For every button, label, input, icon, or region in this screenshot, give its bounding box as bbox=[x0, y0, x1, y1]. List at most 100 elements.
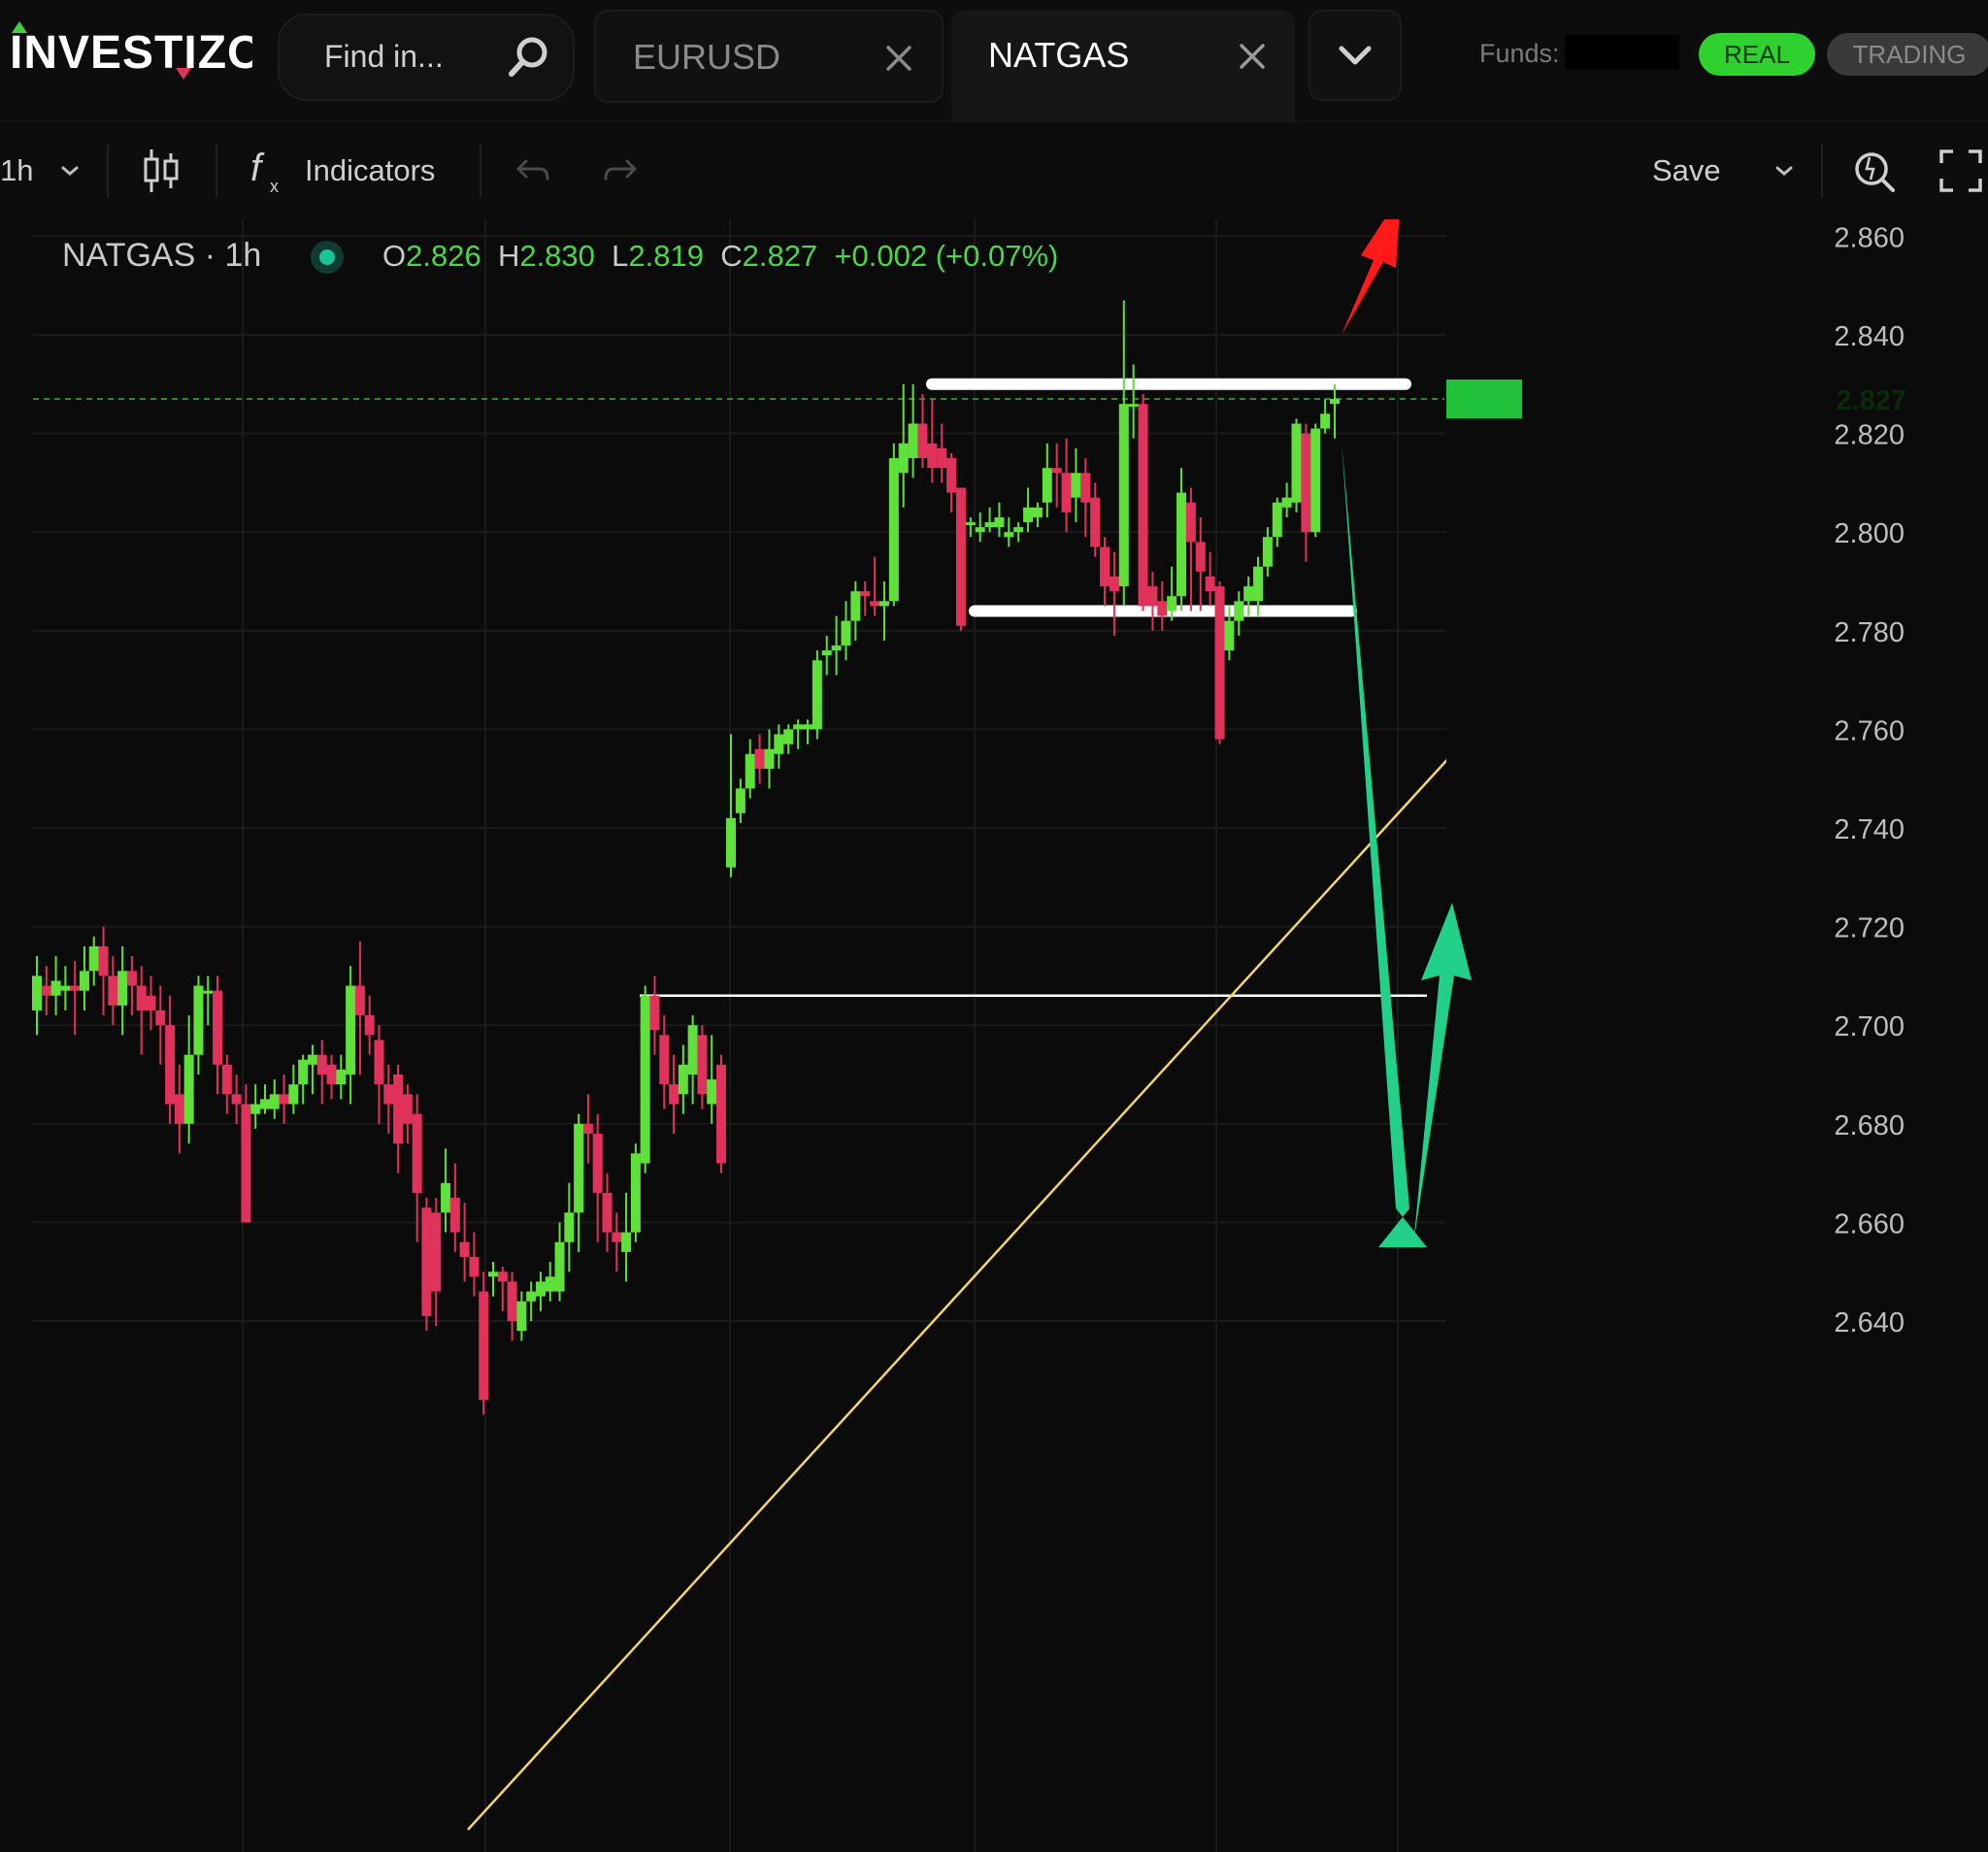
candles-style-icon[interactable] bbox=[142, 146, 181, 196]
price-tick-label: 2.860 bbox=[1834, 222, 1905, 253]
candle-body bbox=[955, 487, 966, 626]
candle-body bbox=[821, 650, 832, 656]
candle-body bbox=[697, 1035, 708, 1095]
close-icon[interactable] bbox=[885, 45, 912, 72]
candle-body bbox=[754, 748, 765, 770]
search-input[interactable]: Find in... bbox=[324, 39, 444, 75]
candle-body bbox=[250, 1104, 261, 1114]
candle-body bbox=[870, 601, 880, 607]
chart-toolbar: 1h f x Indicators Save bbox=[0, 120, 1988, 219]
candle-body bbox=[994, 516, 1005, 528]
indicators-button[interactable]: f x Indicators bbox=[245, 142, 458, 200]
price-tick-label: 2.740 bbox=[1834, 814, 1905, 845]
candle-body bbox=[841, 620, 851, 646]
candle-body bbox=[441, 1182, 451, 1213]
svg-text:f: f bbox=[250, 148, 265, 189]
candle-body bbox=[946, 458, 957, 493]
close-icon[interactable] bbox=[1239, 43, 1266, 70]
candle-body bbox=[459, 1241, 470, 1257]
candle-body bbox=[1109, 576, 1119, 592]
tab-eurusd[interactable]: EURUSD bbox=[594, 10, 944, 103]
candle-body bbox=[79, 971, 89, 991]
chart-area[interactable]: 2.860 2.840 2.820 2.800 2.780 2.760 2.740 2.720… bbox=[0, 219, 1988, 1852]
candle-body bbox=[307, 1054, 317, 1065]
candle-body bbox=[1291, 423, 1302, 503]
candle-body bbox=[507, 1281, 517, 1321]
tabs-dropdown-button[interactable] bbox=[1309, 10, 1402, 101]
undo-icon[interactable] bbox=[514, 153, 553, 188]
candle-body bbox=[155, 1009, 166, 1026]
candle-body bbox=[469, 1256, 480, 1277]
high-key: H bbox=[497, 239, 520, 273]
candle-body bbox=[354, 985, 365, 1016]
mode-trading-toggle[interactable]: TRADING bbox=[1827, 33, 1988, 76]
candle-body bbox=[497, 1272, 508, 1282]
mode-real-toggle[interactable]: REAL bbox=[1699, 33, 1815, 76]
candle-body bbox=[1032, 507, 1043, 517]
price-tick-label: 2.720 bbox=[1834, 913, 1905, 944]
last-price-tag bbox=[1446, 380, 1522, 419]
candle-body bbox=[193, 985, 204, 1055]
quick-search-icon[interactable] bbox=[1850, 146, 1899, 196]
candle-body bbox=[421, 1207, 432, 1316]
svg-text:x: x bbox=[270, 177, 279, 196]
candle-body bbox=[108, 976, 118, 1006]
candle-body bbox=[146, 995, 156, 1010]
price-chart[interactable]: 2.860 2.840 2.820 2.800 2.780 2.760 2.740 2.720… bbox=[0, 219, 1988, 1852]
candle-body bbox=[927, 443, 938, 469]
arrow-down-green-icon bbox=[1342, 442, 1427, 1247]
chevron-down-icon[interactable] bbox=[58, 161, 82, 181]
candle-body bbox=[1205, 576, 1215, 592]
candle-body bbox=[1176, 492, 1187, 597]
candle-body bbox=[241, 1104, 251, 1223]
candle-body bbox=[126, 971, 137, 986]
candle-body bbox=[965, 522, 976, 526]
candle-body bbox=[574, 1123, 584, 1213]
candle-body bbox=[1071, 473, 1081, 498]
candle-body bbox=[1128, 404, 1139, 408]
candle-body bbox=[165, 1025, 176, 1105]
candle-body bbox=[50, 980, 61, 996]
candle-body bbox=[1272, 502, 1282, 538]
candle-body bbox=[1262, 537, 1273, 567]
candle-body bbox=[526, 1291, 537, 1302]
candle-body bbox=[764, 748, 775, 770]
candle-body bbox=[1023, 507, 1034, 523]
save-button[interactable]: Save bbox=[1652, 153, 1721, 188]
candle-body bbox=[1051, 468, 1062, 474]
fullscreen-icon[interactable] bbox=[1938, 148, 1984, 194]
chevron-down-icon[interactable] bbox=[1773, 161, 1796, 181]
candle-body bbox=[1147, 586, 1158, 607]
redo-icon[interactable] bbox=[600, 153, 639, 188]
search-icon[interactable] bbox=[507, 33, 553, 80]
candle-body bbox=[630, 1153, 641, 1233]
candle-body bbox=[621, 1232, 632, 1252]
interval-selector[interactable]: 1h bbox=[0, 153, 33, 188]
candle-body bbox=[70, 985, 81, 991]
candle-body bbox=[98, 945, 109, 976]
candle-body bbox=[898, 443, 909, 474]
candle-body bbox=[783, 729, 794, 744]
candle-body bbox=[975, 527, 985, 533]
investizo-logo[interactable]: INVESTIZO bbox=[10, 19, 263, 93]
candle-body bbox=[1320, 413, 1331, 429]
chart-grid bbox=[33, 219, 1446, 1852]
candle-body bbox=[1224, 620, 1235, 651]
candle-body bbox=[1004, 532, 1014, 538]
logo-text: INVESTIZO bbox=[10, 27, 252, 79]
symbol-search[interactable]: Find in... bbox=[278, 14, 575, 101]
candle-body bbox=[812, 660, 822, 730]
toolbar-divider bbox=[1821, 144, 1823, 198]
candle-body bbox=[393, 1075, 404, 1144]
candle-body bbox=[1281, 497, 1292, 508]
toolbar-divider bbox=[480, 144, 481, 198]
candle-body bbox=[831, 645, 842, 651]
candle-body bbox=[479, 1291, 489, 1401]
tab-natgas[interactable]: NATGAS bbox=[951, 10, 1295, 120]
candle-body bbox=[1214, 586, 1225, 740]
candle-body bbox=[1330, 399, 1340, 405]
price-tick-label: 2.680 bbox=[1834, 1110, 1905, 1141]
candle-body bbox=[1301, 433, 1311, 533]
candle-body bbox=[707, 1079, 717, 1105]
candle-body bbox=[535, 1281, 546, 1297]
